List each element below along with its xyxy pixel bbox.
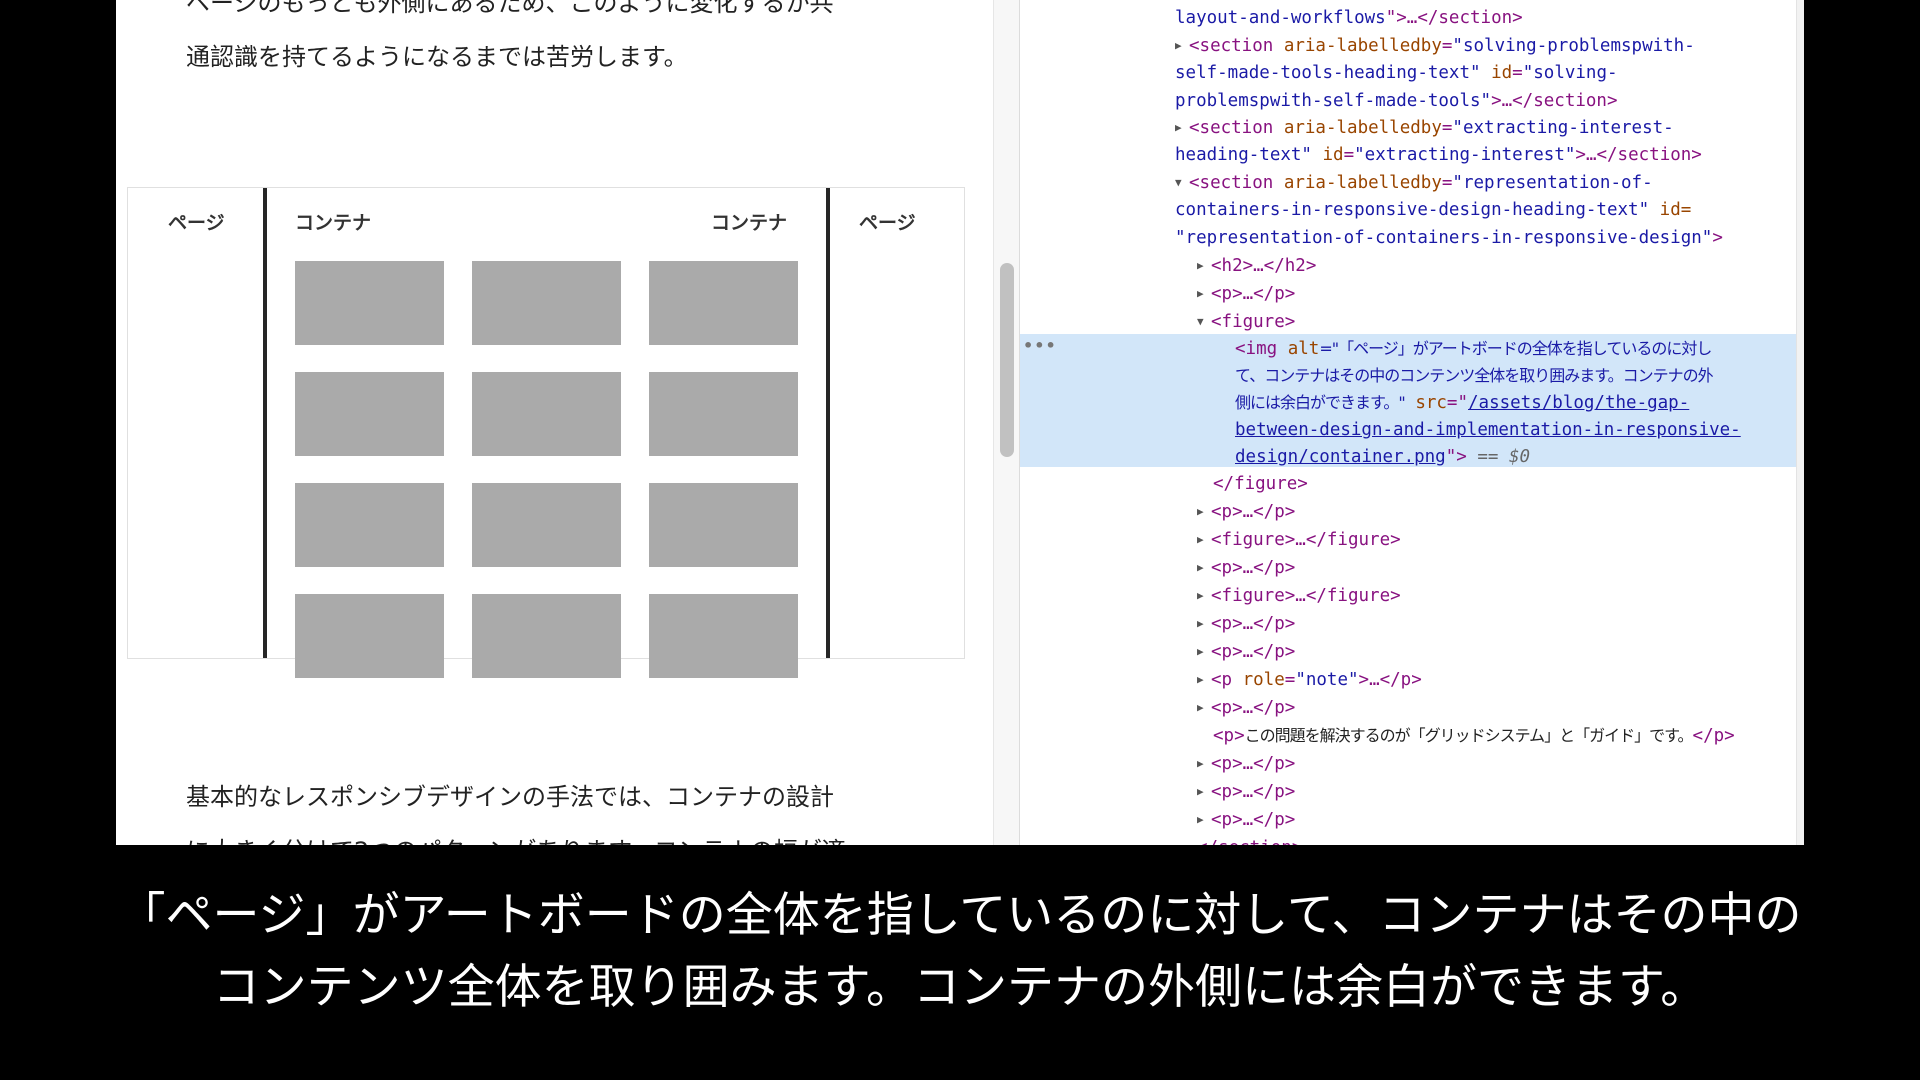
container-figure: ページ コンテナ コンテナ ページ: [127, 187, 965, 678]
expand-triangle-icon[interactable]: ▶: [1197, 694, 1211, 722]
subtitle-line: コンテンツ全体を取り囲みます。コンテナの外側には余白ができます。: [212, 960, 1708, 1015]
expand-triangle-icon[interactable]: ▶: [1197, 806, 1211, 834]
content-block: [649, 261, 798, 345]
expand-triangle-icon[interactable]: ▶: [1197, 750, 1211, 778]
dom-node-p-text[interactable]: <p>この問題を解決するのが「グリッドシステム」と「ガイド」です。</p>: [1020, 722, 1796, 750]
figure-label-container-left: コンテナ: [295, 212, 372, 234]
expand-triangle-icon[interactable]: ▶: [1197, 526, 1211, 554]
video-subtitle: 「ページ」がアートボードの全体を指しているのに対して、コンテナはその中の コンテ…: [0, 880, 1920, 1024]
img-src-link[interactable]: design/container.png: [1235, 447, 1446, 467]
devtools-scrollbar[interactable]: [1796, 0, 1804, 845]
content-block: [649, 372, 798, 456]
paragraph-bottom: 基本的なレスポンシブデザインの手法では、コンテナの設計 に大きく分けて2つのパタ…: [186, 770, 966, 845]
expand-triangle-icon[interactable]: ▶: [1197, 498, 1211, 526]
container-boundary-left: [263, 188, 267, 658]
figure-label-page-left: ページ: [168, 212, 225, 234]
dom-node-line: between-design-and-implementation-in-res…: [1020, 416, 1796, 444]
dom-node-p[interactable]: ▶ <p>…</p>: [1020, 778, 1796, 806]
expand-triangle-icon[interactable]: ▶: [1197, 554, 1211, 582]
dom-node-p[interactable]: ▶ <p>…</p>: [1020, 498, 1796, 526]
paragraph-line: 基本的なレスポンシブデザインの手法では、コンテナの設計: [186, 783, 834, 811]
dom-node-line: 側には余白ができます。" src="/assets/blog/the-gap-: [1235, 393, 1690, 413]
dom-node-figure[interactable]: ▶ <figure>…</figure>: [1020, 526, 1796, 554]
content-block: [295, 594, 444, 678]
dom-node-section-close[interactable]: </section>: [1020, 834, 1796, 845]
dom-node-figure[interactable]: ▼ <figure>: [1020, 308, 1796, 336]
expand-triangle-icon[interactable]: ▶: [1197, 610, 1211, 638]
expand-triangle-icon[interactable]: ▶: [1175, 114, 1189, 142]
expand-triangle-icon[interactable]: ▶: [1197, 778, 1211, 806]
collapse-triangle-icon[interactable]: ▼: [1197, 308, 1211, 336]
dom-node-line: て、コンテナはその中のコンテンツ全体を取り囲みます。コンテナの外: [1235, 366, 1714, 385]
figure-label-container-right: コンテナ: [711, 212, 788, 234]
expand-triangle-icon[interactable]: ▶: [1197, 582, 1211, 610]
dom-node-section-extracting[interactable]: ▶ <section aria-labelledby="extracting-in…: [1020, 114, 1796, 142]
dom-node-line: design/container.png"> == $0: [1235, 447, 1531, 467]
paragraph-top: ページのもっとも外側にあるため、このように変化するか共 通認識を持てるようになる…: [186, 0, 966, 84]
dom-node-img-selected[interactable]: <img alt="「ページ」がアートボードの全体を指しているのに対し: [1020, 335, 1796, 363]
dom-node-line: "representation-of-containers-in-respons…: [1175, 228, 1723, 248]
page-scrollbar-thumb[interactable]: [1000, 263, 1014, 457]
content-block: [649, 594, 798, 678]
dom-node-p[interactable]: ▶ <p>…</p>: [1020, 610, 1796, 638]
paragraph-line: ページのもっとも外側にあるため、このように変化するか共: [186, 0, 834, 17]
dom-node-p[interactable]: ▶ <p>…</p>: [1020, 638, 1796, 666]
paragraph-line: 通認識を持てるようになるまでは苦労します。: [186, 43, 688, 71]
dom-node-p[interactable]: ▶ <p>…</p>: [1020, 280, 1796, 308]
paragraph-line: に大きく分けて2つのパターンがあります。コンテナの幅が適: [186, 824, 966, 845]
expand-triangle-icon[interactable]: ▶: [1197, 280, 1211, 308]
dom-node-line[interactable]: layout-and-workflows">…</section>: [1020, 4, 1796, 32]
figure-label-page-right: ページ: [859, 212, 916, 234]
console-ref-label: == $0: [1466, 447, 1531, 467]
dom-node-figure-close[interactable]: </figure>: [1020, 470, 1796, 498]
dom-node-h2[interactable]: ▶ <h2>…</h2>: [1020, 252, 1796, 280]
dom-node-p-note[interactable]: ▶ <p role="note">…</p>: [1020, 666, 1796, 694]
content-block: [295, 261, 444, 345]
dom-node-p[interactable]: ▶ <p>…</p>: [1020, 806, 1796, 834]
page-scrollbar[interactable]: [993, 0, 1020, 845]
devtools-elements-panel: ••• layout-and-workflows">…</section> ▶ <…: [1020, 0, 1804, 845]
dom-node-p[interactable]: ▶ <p>…</p>: [1020, 694, 1796, 722]
img-src-link[interactable]: between-design-and-implementation-in-res…: [1235, 420, 1741, 440]
dom-node-p[interactable]: ▶ <p>…</p>: [1020, 554, 1796, 582]
dom-node-line: problemspwith-self-made-tools">…</sectio…: [1175, 91, 1618, 111]
subtitle-line: 「ページ」がアートボードの全体を指しているのに対して、コンテナはその中の: [118, 888, 1802, 943]
container-boundary-right: [826, 188, 830, 658]
content-block: [472, 261, 621, 345]
dom-node-line: heading-text" id="extracting-interest">……: [1175, 145, 1702, 165]
dom-node-figure[interactable]: ▶ <figure>…</figure>: [1020, 582, 1796, 610]
content-block: [649, 483, 798, 567]
dom-node-line: self-made-tools-heading-text" id="solvin…: [1175, 63, 1618, 83]
expand-triangle-icon[interactable]: ▶: [1197, 666, 1211, 694]
expand-triangle-icon[interactable]: ▶: [1175, 32, 1189, 60]
content-block: [472, 483, 621, 567]
webpage-viewport: ページのもっとも外側にあるため、このように変化するか共 通認識を持てるようになる…: [116, 0, 993, 845]
expand-triangle-icon[interactable]: ▶: [1197, 252, 1211, 280]
content-block: [295, 483, 444, 567]
dom-node-p[interactable]: ▶ <p>…</p>: [1020, 750, 1796, 778]
dom-node-line: containers-in-responsive-design-heading-…: [1175, 200, 1692, 220]
expand-triangle-icon[interactable]: ▶: [1197, 638, 1211, 666]
dom-node-section-representation[interactable]: ▼ <section aria-labelledby="representatio…: [1020, 169, 1796, 197]
content-block: [472, 594, 621, 678]
img-src-link[interactable]: /assets/blog/the-gap-: [1468, 393, 1689, 413]
collapse-triangle-icon[interactable]: ▼: [1175, 169, 1189, 197]
dom-node-section-solving[interactable]: ▶ <section aria-labelledby="solving-probl…: [1020, 32, 1796, 60]
content-block: [472, 372, 621, 456]
content-block: [295, 372, 444, 456]
